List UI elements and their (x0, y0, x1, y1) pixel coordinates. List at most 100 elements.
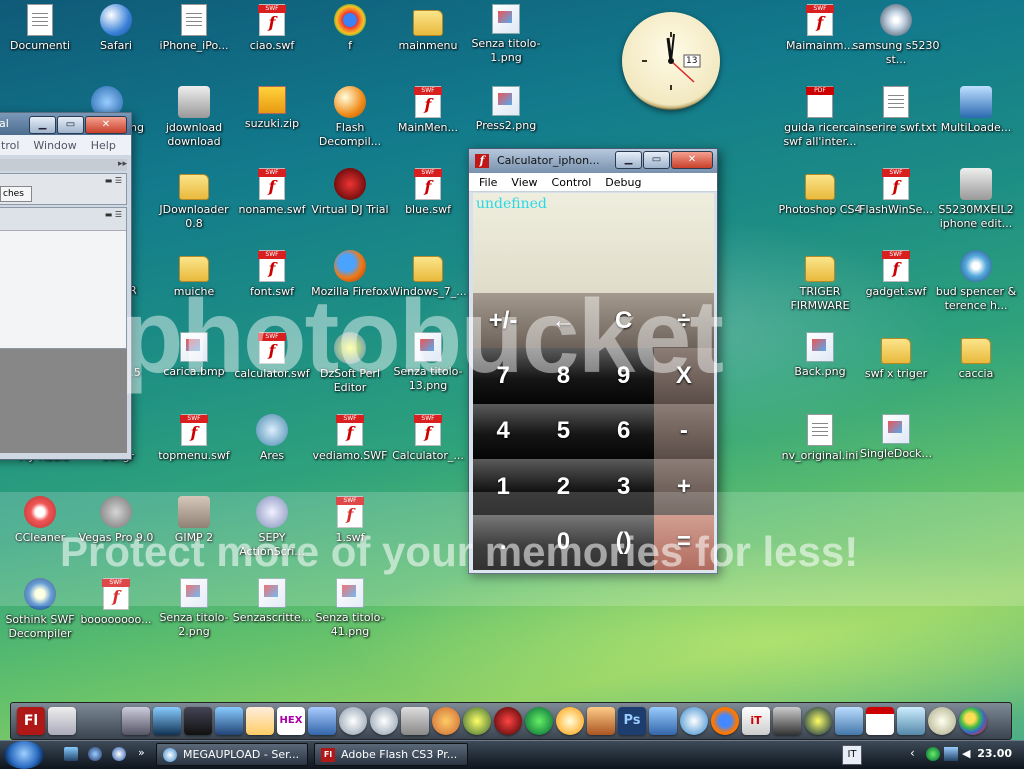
system-clock[interactable]: 23.00 (977, 747, 1012, 760)
desktop-icon-firefox[interactable]: Mozilla Firefox (306, 250, 394, 299)
dial-icon[interactable] (370, 707, 398, 735)
key-subtract[interactable]: - (653, 403, 714, 460)
desktop-icon-virtual-dj[interactable]: Virtual DJ Trial (306, 168, 394, 217)
key-4[interactable]: 4 (473, 403, 534, 460)
globe-icon[interactable] (463, 707, 491, 735)
desktop-icon-singledock[interactable]: SingleDock... (852, 414, 940, 461)
desktop-icon-swf-x-triger[interactable]: swf x triger (852, 332, 940, 381)
desktop-icon-triger-firmware[interactable]: TRIGER FIRMWARE (776, 250, 864, 313)
desktop-icon-dzsoft[interactable]: DzSoft Perl Editor (306, 332, 394, 395)
minimize-button[interactable]: ▁ (29, 116, 56, 134)
menu-debug[interactable]: Debug (605, 176, 641, 189)
windows-icon[interactable] (959, 707, 987, 735)
flash-player-icon[interactable] (48, 707, 76, 735)
desktop-icon-ares[interactable]: Ares (228, 414, 316, 463)
desktop-icon-mainmen[interactable]: MainMen... (384, 86, 472, 135)
device-icon[interactable] (897, 707, 925, 735)
desktop-icon-muiche[interactable]: muiche (150, 250, 238, 299)
desktop-icon-calculator-swf[interactable]: calculator.swf (228, 332, 316, 381)
s-app-icon[interactable] (804, 707, 832, 735)
desktop-icon-nv-original[interactable]: nv_original.ini (776, 414, 864, 463)
hex-editor-icon[interactable]: HEX (277, 707, 305, 735)
minimize-button[interactable]: ▁ (615, 151, 642, 169)
menu-window[interactable]: Window (33, 139, 76, 152)
desktop-icon-calculator-swf-2[interactable]: Calculator_... (384, 414, 472, 463)
desktop-icon-mainmenu[interactable]: mainmenu (384, 4, 472, 53)
close-button[interactable]: ✕ (671, 151, 713, 169)
clock-icon[interactable] (928, 707, 956, 735)
desktop-icon-senza-titolo-13[interactable]: Senza titolo-13.png (384, 332, 472, 393)
quicklaunch-chevron-icon[interactable]: » (138, 746, 145, 759)
desktop-icon-caccia[interactable]: caccia (932, 332, 1020, 381)
app-icon[interactable] (122, 707, 150, 735)
menu-control[interactable]: trol (1, 139, 19, 152)
desktop-icon-gadget-swf[interactable]: gadget.swf (852, 250, 940, 299)
desktop-icon-safari[interactable]: Safari (72, 4, 160, 53)
desktop-icon-back-png[interactable]: Back.png (776, 332, 864, 379)
window-titlebar[interactable]: al ▁ ▭ ✕ (0, 113, 131, 135)
desktop-icon-flash-decompiler[interactable]: Flash Decompil... (306, 86, 394, 149)
key-clear[interactable]: C (593, 293, 654, 349)
desktop-icon-inserire-swf[interactable]: inserire swf.txt (852, 86, 940, 135)
key-8[interactable]: 8 (533, 348, 594, 404)
desktop-icon-suzuki-zip[interactable]: suzuki.zip (228, 86, 316, 131)
window-icon[interactable] (308, 707, 336, 735)
maximize-button[interactable]: ▭ (643, 151, 670, 169)
key-multiply[interactable]: X (653, 348, 714, 404)
desktop-icon-carica-bmp[interactable]: carica.bmp (150, 332, 238, 379)
desktop-icon-photoshop-cs4[interactable]: Photoshop CS4 (776, 168, 864, 217)
key-divide[interactable]: ÷ (653, 293, 714, 349)
language-indicator[interactable]: IT (842, 745, 862, 765)
network-icon[interactable] (835, 707, 863, 735)
panel-options-icon[interactable]: ▬ ☰ (105, 210, 122, 219)
show-desktop-icon[interactable] (64, 747, 78, 761)
desktop-icon-flashwinse[interactable]: FlashWinSe... (852, 168, 940, 217)
desktop-icon-noname-swf[interactable]: noname.swf (228, 168, 316, 217)
monitor-icon[interactable] (153, 707, 181, 735)
desktop-icon-senza-titolo-1[interactable]: Senza titolo-1.png (462, 4, 550, 65)
desktop-icon-bud-spencer[interactable]: bud spencer & terence h... (932, 250, 1020, 313)
menu-view[interactable]: View (511, 176, 537, 189)
close-button[interactable]: ✕ (85, 116, 127, 134)
firefox-icon[interactable] (711, 707, 739, 735)
desktop-icon-topmenu-swf[interactable]: topmenu.swf (150, 414, 238, 463)
flash-panel-window[interactable]: al ▁ ▭ ✕ trol Window Help ▸▸ ▬ ☰ ches ▬ … (0, 112, 132, 460)
cyberlink-icon[interactable] (525, 707, 553, 735)
calendar-icon[interactable] (866, 707, 894, 735)
tray-chevron-icon[interactable]: ‹ (910, 746, 915, 760)
desktop-icon-windows7[interactable]: Windows_7_... (384, 250, 472, 299)
desktop-icon-iphone[interactable]: iPhone_iPo... (150, 4, 238, 53)
menu-file[interactable]: File (479, 176, 497, 189)
menu-control[interactable]: Control (552, 176, 592, 189)
volume-tray-icon[interactable]: ◀ (962, 747, 976, 761)
ie-icon[interactable] (88, 747, 102, 761)
key-7[interactable]: 7 (473, 348, 534, 404)
tray-app-icon[interactable] (926, 747, 940, 761)
panel-collapse-bar[interactable]: ▸▸ (0, 159, 127, 171)
virtual-dj-icon[interactable] (494, 707, 522, 735)
network-tray-icon[interactable] (944, 747, 958, 761)
folder-icon[interactable] (246, 707, 274, 735)
taskbar-item-megaupload[interactable]: MEGAUPLOAD - Ser... (156, 743, 308, 766)
key-6[interactable]: 6 (593, 403, 654, 460)
flash-decompiler-icon[interactable] (587, 707, 615, 735)
desktop-icon-f[interactable]: f (306, 4, 394, 53)
desktop-icon-samsung[interactable]: samsung s5230 st... (852, 4, 940, 67)
tool-icon[interactable] (401, 707, 429, 735)
flash-cs3-icon[interactable]: Fl (17, 707, 45, 735)
camera-icon[interactable] (773, 707, 801, 735)
desktop-icon-jdownload[interactable]: jdownload download (150, 86, 238, 149)
desktop-icon-font-swf[interactable]: font.swf (228, 250, 316, 299)
desktop-icon-jdownloader[interactable]: JDownloader 0.8 (150, 168, 238, 231)
dial-icon[interactable] (339, 707, 367, 735)
key-backspace[interactable]: ← (533, 293, 594, 349)
maximize-button[interactable]: ▭ (57, 116, 84, 134)
desktop-icon-ciao-swf[interactable]: ciao.swf (228, 4, 316, 53)
clock-gadget[interactable]: 13 (622, 12, 720, 110)
desktop-icon-maimainm[interactable]: Maimainm... (776, 4, 864, 53)
paint-icon[interactable] (432, 707, 460, 735)
puzzle-icon[interactable] (649, 707, 677, 735)
computer-icon[interactable] (215, 707, 243, 735)
desktop-icon-press2[interactable]: Press2.png (462, 86, 550, 133)
desktop-icon-vediamo-swf[interactable]: vediamo.SWF (306, 414, 394, 463)
